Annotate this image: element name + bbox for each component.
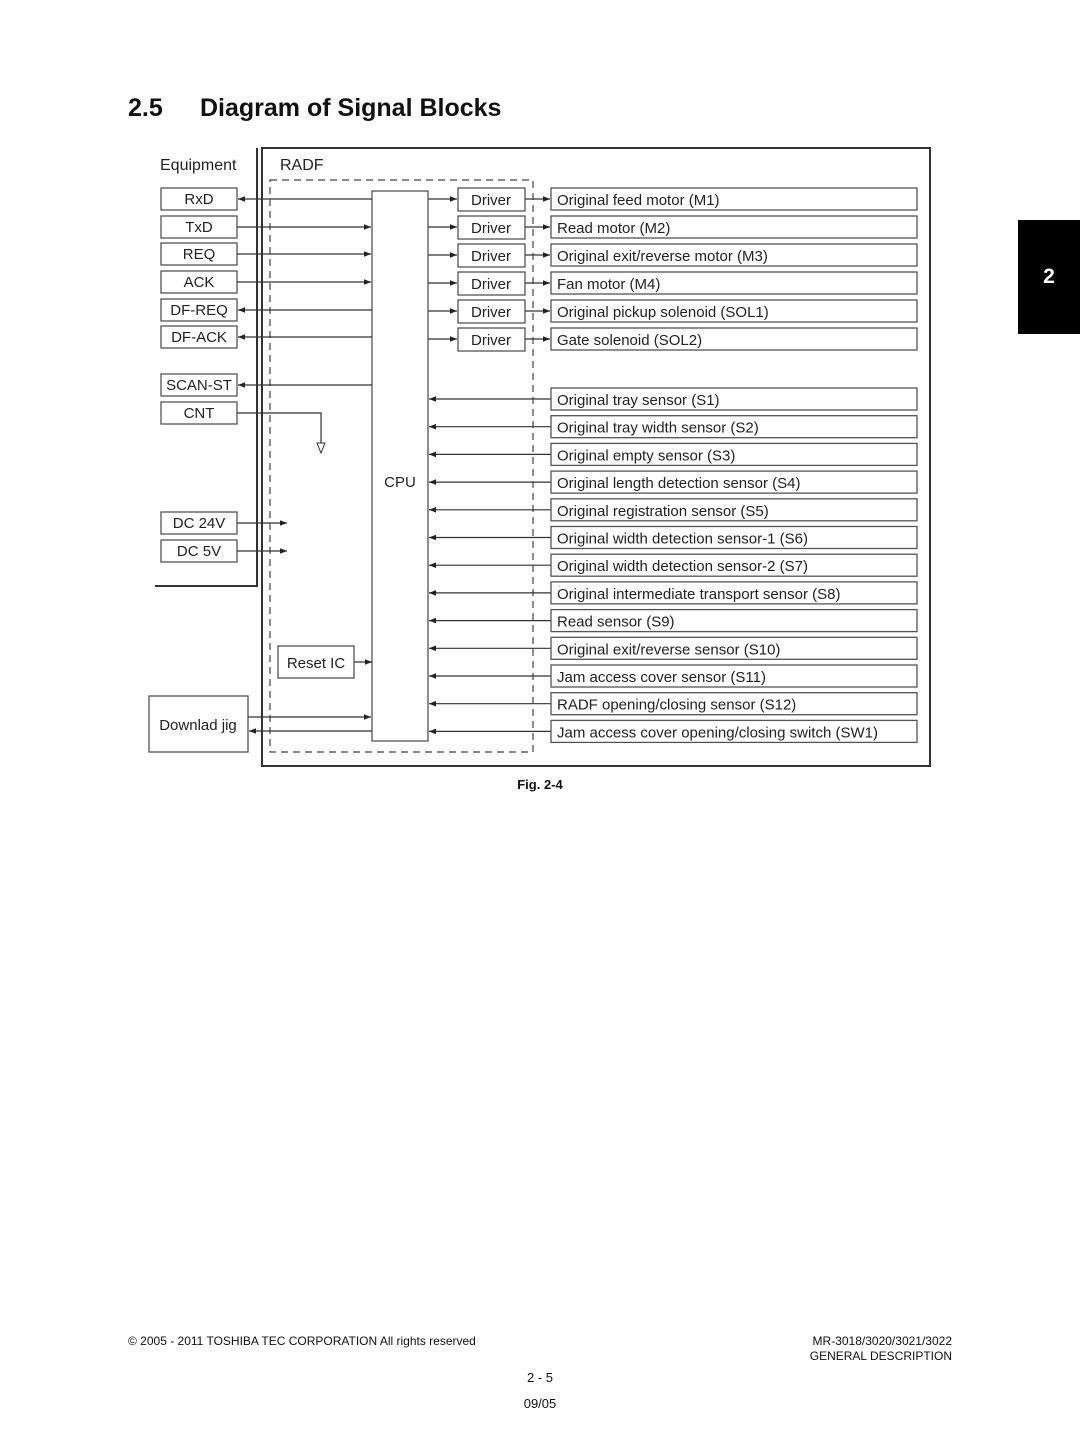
signal-label-scan-st: SCAN-ST (166, 377, 232, 394)
input-device-group: Original tray sensor (S1) Original tray w… (429, 387, 918, 744)
output-label-original-feed-motor-m1: Original feed motor (M1) (557, 192, 720, 209)
power-label-dc-24v: DC 24V (173, 515, 226, 532)
output-label-read-motor-m2: Read motor (M2) (557, 220, 670, 237)
footer-model: MR-3018/3020/3021/3022 (812, 1334, 952, 1348)
figure-caption: Fig. 2-4 (517, 777, 563, 792)
signal-label-txd: TxD (185, 219, 213, 236)
driver-label: Driver (471, 276, 511, 293)
driver-label: Driver (471, 304, 511, 321)
page-date: 09/05 (523, 1396, 557, 1411)
input-label-radf-opening-closing-sensor-s12: RADF opening/closing sensor (S12) (557, 697, 796, 714)
cpu-block (371, 190, 429, 742)
input-label-original-registration-sensor-s5: Original registration sensor (S5) (557, 503, 769, 520)
input-label-original-tray-sensor-s1: Original tray sensor (S1) (557, 392, 720, 409)
input-label-original-tray-width-sensor-s2: Original tray width sensor (S2) (557, 420, 759, 437)
power-label-dc-5v: DC 5V (177, 543, 221, 560)
signal-label-df-ack: DF-ACK (171, 329, 227, 346)
equipment-signal-group: RxD TxD REQ ACK DF-REQ DF-ACK SCAN-ST CNT (160, 187, 372, 455)
open-arrow-icon (316, 442, 326, 455)
footer-model-info: MR-3018/3020/3021/3022 GENERAL DESCRIPTI… (810, 1334, 952, 1364)
page-number: 2 - 5 (526, 1370, 553, 1385)
input-label-original-exit-reverse-sensor-s10: Original exit/reverse sensor (S10) (557, 641, 780, 658)
download-jig-label: Downlad jig (159, 717, 237, 734)
input-label-original-width-detection-sensor-2-s7: Original width detection sensor-2 (S7) (557, 558, 808, 575)
driver-label: Driver (471, 192, 511, 209)
cpu-label: CPU (384, 474, 416, 491)
footer-copyright: © 2005 - 2011 TOSHIBA TEC CORPORATION Al… (128, 1334, 476, 1348)
signal-line-cnt (237, 412, 322, 443)
output-label-gate-solenoid-sol2: Gate solenoid (SOL2) (557, 332, 702, 349)
input-label-original-width-detection-sensor-1-s6: Original width detection sensor-1 (S6) (557, 531, 808, 548)
driver-label: Driver (471, 332, 511, 349)
output-label-original-exit-reverse-motor-m3: Original exit/reverse motor (M3) (557, 248, 768, 265)
input-label-read-sensor-s9: Read sensor (S9) (557, 614, 675, 631)
signal-label-cnt: CNT (184, 405, 215, 422)
input-label-jam-access-cover-opening-closing-switch-sw1: Jam access cover opening/closing switch … (557, 724, 878, 741)
signal-label-rxd: RxD (184, 191, 213, 208)
signal-label-req: REQ (183, 246, 216, 263)
driver-label: Driver (471, 220, 511, 237)
input-label-original-length-detection-sensor-s4: Original length detection sensor (S4) (557, 475, 800, 492)
output-label-fan-motor-m4: Fan motor (M4) (557, 276, 660, 293)
footer-manual-section: GENERAL DESCRIPTION (809, 1349, 952, 1363)
output-label-original-pickup-solenoid-sol1: Original pickup solenoid (SOL1) (557, 304, 769, 321)
driver-label: Driver (471, 248, 511, 265)
signal-block-diagram: Equipment RADF CPU Reset IC Downlad jig … (148, 147, 931, 767)
input-label-jam-access-cover-sensor-s11: Jam access cover sensor (S11) (557, 669, 766, 686)
signal-label-ack: ACK (184, 274, 215, 291)
reset-ic-label: Reset IC (287, 655, 346, 672)
power-input-group: DC 24V DC 5V (160, 511, 287, 563)
equipment-label: Equipment (160, 157, 237, 174)
radf-label: RADF (280, 157, 324, 174)
signal-label-df-req: DF-REQ (170, 302, 228, 319)
output-device-group: Driver Original feed motor (M1) Driver Read… (428, 187, 918, 352)
input-label-original-intermediate-transport-sensor-s8: Original intermediate transport sensor (… (557, 586, 840, 603)
input-label-original-empty-sensor-s3: Original empty sensor (S3) (557, 447, 735, 464)
